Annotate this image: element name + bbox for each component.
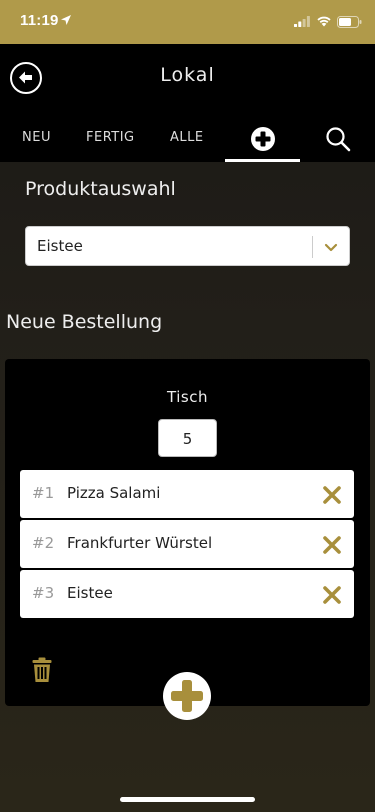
status-time: 11:19 [20, 12, 59, 29]
order-item-number: #2 [32, 534, 55, 552]
plus-icon [171, 680, 203, 712]
location-arrow-icon [61, 15, 71, 25]
close-icon[interactable] [322, 485, 342, 505]
battery-icon [337, 16, 362, 28]
product-selection-title: Produktauswahl [25, 178, 176, 200]
chevron-down-icon [324, 243, 338, 252]
close-icon[interactable] [322, 585, 342, 605]
order-item-name: Frankfurter Würstel [67, 534, 213, 552]
select-divider [312, 236, 313, 258]
app-header: Lokal [0, 44, 375, 114]
new-order-title: Neue Bestellung [6, 311, 163, 333]
product-select[interactable]: Eistee [25, 226, 350, 266]
order-item-number: #1 [32, 484, 55, 502]
page-title: Lokal [160, 64, 215, 86]
close-icon[interactable] [322, 535, 342, 555]
add-item-button[interactable] [163, 672, 211, 720]
tab-neu[interactable]: NEU [22, 130, 51, 145]
table-label: Tisch [167, 388, 208, 406]
order-item: #3 Eistee [20, 570, 354, 618]
tab-alle[interactable]: ALLE [170, 130, 204, 145]
table-number-input[interactable]: 5 [158, 419, 217, 457]
tab-fertig[interactable]: FERTIG [86, 130, 135, 145]
status-bar: 11:19 [0, 0, 375, 44]
trash-icon[interactable] [32, 657, 52, 683]
plus-circle-icon [251, 127, 275, 151]
signal-icon [294, 16, 310, 27]
order-card: Tisch 5 #1 Pizza Salami #2 Frankfurter W… [5, 359, 370, 720]
active-tab-indicator [225, 159, 300, 162]
order-item-name: Eistee [67, 584, 113, 602]
order-item: #2 Frankfurter Würstel [20, 520, 354, 568]
tab-bar: NEU FERTIG ALLE [0, 114, 375, 162]
search-icon[interactable] [325, 126, 351, 152]
order-item-name: Pizza Salami [67, 484, 161, 502]
wifi-icon [317, 16, 331, 27]
product-select-value: Eistee [37, 237, 83, 255]
order-item-number: #3 [32, 584, 55, 602]
order-item: #1 Pizza Salami [20, 470, 354, 518]
home-indicator [120, 797, 255, 802]
tab-add[interactable] [225, 114, 300, 162]
